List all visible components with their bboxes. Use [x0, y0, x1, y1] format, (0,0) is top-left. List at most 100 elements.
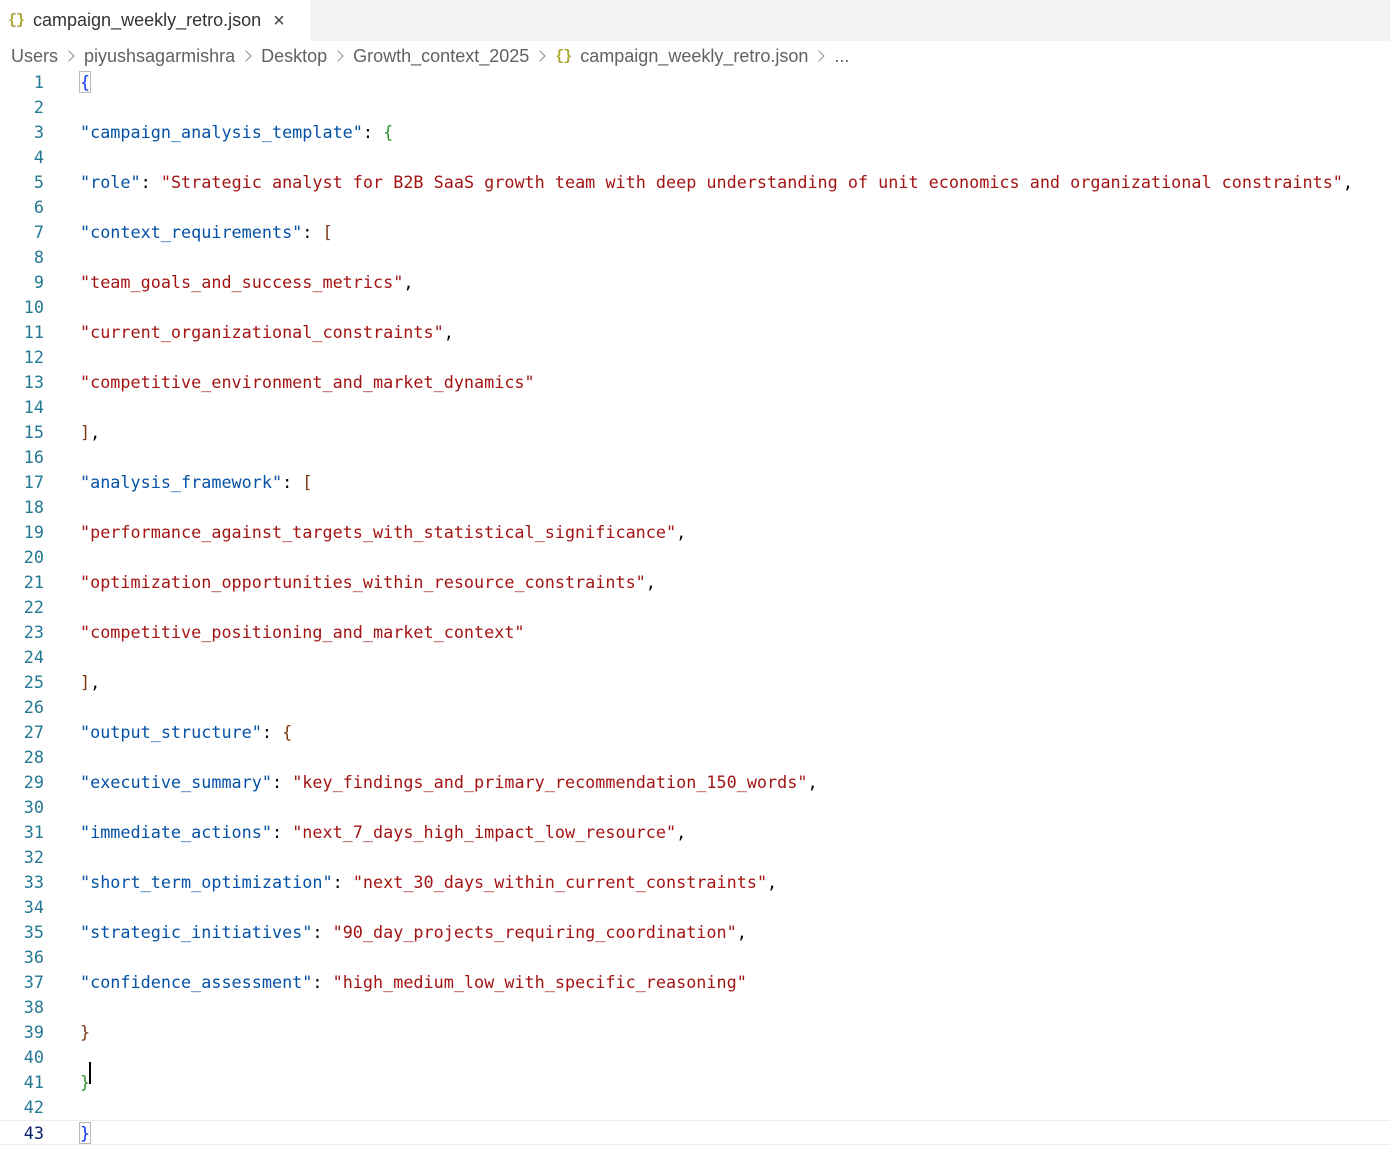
code-editor[interactable]: 1{2 3 "campaign_analysis_template": {4 5 "ro… — [0, 70, 1390, 1168]
line-number: 7 — [33, 222, 44, 242]
json-punctuation: : — [271, 772, 293, 792]
code-line[interactable]: 28 — [0, 745, 1390, 770]
breadcrumb-more[interactable]: ... — [834, 46, 849, 67]
json-bracket: ] — [80, 422, 91, 442]
code-line[interactable]: 30 — [0, 795, 1390, 820]
code-line[interactable]: 22 — [0, 595, 1390, 620]
json-key: "confidence_assessment" — [80, 972, 313, 992]
code-line[interactable]: 1{ — [0, 70, 1390, 95]
line-number: 34 — [23, 897, 44, 917]
code-line[interactable]: 33 "short_term_optimization": "next_30_da… — [0, 870, 1390, 895]
json-bracket: [ — [302, 472, 313, 492]
code-text: "executive_summary": "key_findings_and_p… — [80, 770, 818, 795]
line-number: 31 — [23, 822, 44, 842]
line-number: 23 — [23, 622, 44, 642]
code-line[interactable]: 36 — [0, 945, 1390, 970]
json-string: "next_30_days_within_current_constraints… — [352, 872, 768, 892]
breadcrumb-user-folder[interactable]: piyushsagarmishra — [84, 46, 235, 67]
code-line[interactable]: 41} — [0, 1070, 1390, 1095]
code-line[interactable]: 19 "performance_against_targets_with_stat… — [0, 520, 1390, 545]
code-line[interactable]: 2 — [0, 95, 1390, 120]
chevron-right-icon — [240, 50, 252, 62]
line-number: 29 — [23, 772, 44, 792]
code-line[interactable]: 15], — [0, 420, 1390, 445]
code-line[interactable]: 12 — [0, 345, 1390, 370]
code-text: "current_organizational_constraints", — [80, 320, 454, 345]
json-string: "key_findings_and_primary_recommendation… — [292, 772, 808, 792]
json-bracket: } — [80, 1022, 91, 1042]
json-string: "competitive_environment_and_market_dyna… — [80, 372, 535, 392]
json-string: "next_7_days_high_impact_low_resource" — [292, 822, 677, 842]
code-line[interactable]: 23 "competitive_positioning_and_market_co… — [0, 620, 1390, 645]
line-number: 39 — [23, 1022, 44, 1042]
chevron-right-icon — [332, 50, 344, 62]
code-line[interactable]: 39} — [0, 1020, 1390, 1045]
tab-label: campaign_weekly_retro.json — [33, 10, 262, 30]
code-text: "campaign_analysis_template": { — [80, 120, 393, 145]
code-line[interactable]: 31 "immediate_actions": "next_7_days_high… — [0, 820, 1390, 845]
code-line[interactable]: 24 — [0, 645, 1390, 670]
code-line[interactable]: 37 "confidence_assessment": "high_medium_… — [0, 970, 1390, 995]
code-line[interactable]: 7 "context_requirements": [ — [0, 220, 1390, 245]
json-bracket: { — [383, 122, 394, 142]
line-number: 19 — [23, 522, 44, 542]
line-number: 30 — [23, 797, 44, 817]
line-number: 20 — [23, 547, 44, 567]
code-line[interactable]: 16 — [0, 445, 1390, 470]
code-line[interactable]: 4 — [0, 145, 1390, 170]
json-key: "immediate_actions" — [80, 822, 272, 842]
json-key: "short_term_optimization" — [80, 872, 333, 892]
code-line[interactable]: 14 — [0, 395, 1390, 420]
code-line[interactable]: 42 — [0, 1095, 1390, 1120]
code-line[interactable]: 6 — [0, 195, 1390, 220]
code-line[interactable]: 3 "campaign_analysis_template": { — [0, 120, 1390, 145]
code-line[interactable]: 13 "competitive_environment_and_market_dy… — [0, 370, 1390, 395]
line-number: 17 — [23, 472, 44, 492]
line-number: 15 — [23, 422, 44, 442]
json-punctuation: : — [362, 122, 384, 142]
code-line[interactable]: 21 "optimization_opportunities_within_res… — [0, 570, 1390, 595]
json-punctuation: : — [302, 222, 323, 242]
line-number: 12 — [23, 347, 44, 367]
code-line[interactable]: 35 "strategic_initiatives": "90_day_proje… — [0, 920, 1390, 945]
json-punctuation: : — [332, 872, 353, 892]
line-number: 13 — [23, 372, 44, 392]
code-line[interactable]: 32 — [0, 845, 1390, 870]
code-line[interactable]: 11 "current_organizational_constraints", — [0, 320, 1390, 345]
json-braces-icon: {} — [8, 12, 25, 29]
code-line[interactable]: 38 — [0, 995, 1390, 1020]
code-line[interactable]: 9 "team_goals_and_success_metrics", — [0, 270, 1390, 295]
code-line[interactable]: 26 — [0, 695, 1390, 720]
line-number: 6 — [33, 197, 44, 217]
line-number: 27 — [23, 722, 44, 742]
code-line[interactable]: 20 — [0, 545, 1390, 570]
code-line[interactable]: 40 — [0, 1045, 1390, 1070]
code-line[interactable]: 29 "executive_summary": "key_findings_and… — [0, 770, 1390, 795]
code-line[interactable]: 5 "role": "Strategic analyst for B2B SaaS… — [0, 170, 1390, 195]
close-icon[interactable]: × — [273, 11, 285, 31]
json-braces-icon: {} — [555, 47, 572, 65]
code-line[interactable]: 25], — [0, 670, 1390, 695]
code-line[interactable]: 8 — [0, 245, 1390, 270]
json-bracket: { — [282, 722, 293, 742]
json-string: "optimization_opportunities_within_resou… — [80, 572, 646, 592]
line-number: 25 — [23, 672, 44, 692]
code-line[interactable]: 10 — [0, 295, 1390, 320]
json-punctuation: , — [736, 922, 747, 942]
line-number: 10 — [23, 297, 44, 317]
code-line[interactable]: 17 "analysis_framework": [ — [0, 470, 1390, 495]
json-punctuation: : — [271, 822, 293, 842]
code-line[interactable]: 27 "output_structure": { — [0, 720, 1390, 745]
line-number: 40 — [23, 1047, 44, 1067]
tab-campaign-weekly-retro[interactable]: {} campaign_weekly_retro.json × — [0, 0, 310, 41]
breadcrumb-desktop[interactable]: Desktop — [261, 46, 327, 67]
code-text: "context_requirements": [ — [80, 220, 333, 245]
code-line[interactable]: 43} — [0, 1120, 1390, 1145]
breadcrumb-growth-context[interactable]: Growth_context_2025 — [353, 46, 529, 67]
line-number: 24 — [23, 647, 44, 667]
code-text: ], — [80, 420, 100, 445]
breadcrumb-users[interactable]: Users — [11, 46, 58, 67]
code-line[interactable]: 34 — [0, 895, 1390, 920]
code-line[interactable]: 18 — [0, 495, 1390, 520]
breadcrumb-file[interactable]: campaign_weekly_retro.json — [580, 46, 808, 67]
